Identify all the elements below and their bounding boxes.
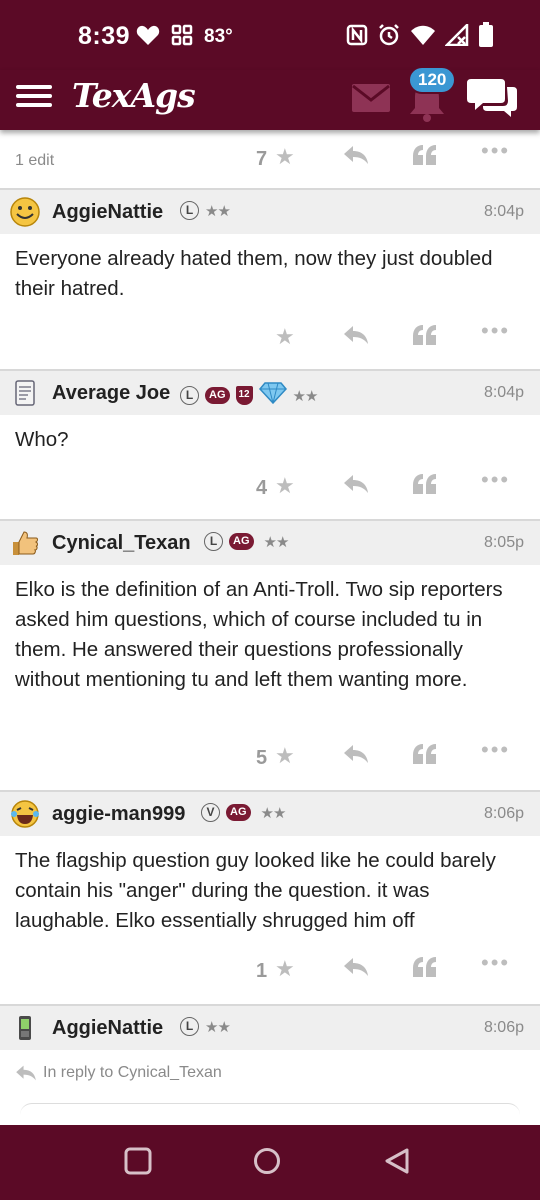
post-actions-row: 5 ★ ••• (0, 695, 540, 790)
status-bar: 8:39 83° (0, 0, 540, 70)
home-button[interactable] (253, 1147, 281, 1180)
post-body: Who? (15, 428, 69, 451)
diamond-icon (258, 382, 287, 409)
in-reply-to-text: In reply to Cynical_Texan (43, 1064, 222, 1081)
username[interactable]: AggieNattie (52, 201, 163, 224)
alarm-icon (377, 23, 401, 52)
app-header: TexAgs 120 (0, 66, 540, 130)
quote-icon[interactable] (412, 473, 438, 501)
legacy-badge: L (180, 1017, 199, 1036)
edit-note[interactable]: 1 edit (15, 152, 54, 170)
system-nav-bar (0, 1125, 540, 1200)
quoted-post-card (20, 1103, 520, 1123)
post-body: Everyone already hated them, now they ju… (15, 247, 493, 300)
in-reply-to-link[interactable]: In reply to Cynical_Texan (15, 1064, 222, 1082)
thread-feed[interactable]: 1 edit 7 ★ ••• AggieNattie L ★★ 8:04p Ev… (0, 130, 540, 1125)
grid-icon (171, 24, 193, 51)
username[interactable]: AggieNattie (52, 1017, 163, 1040)
rating-stars: ★★ (205, 202, 231, 220)
wifi-icon (410, 24, 436, 51)
post: Cynical_Texan L AG ★★ 8:05p Elko is the … (0, 521, 540, 792)
more-icon[interactable]: ••• (481, 138, 510, 164)
veteran-badge: V (201, 803, 220, 822)
status-time: 8:39 (78, 22, 131, 50)
star-count: 4 (256, 477, 268, 499)
heart-icon (136, 24, 160, 51)
ag-badge: AG (229, 533, 254, 550)
post: AggieNattie L ★★ 8:04p Everyone already … (0, 190, 540, 371)
post-time: 8:04p (483, 384, 524, 401)
post-header: Cynical_Texan L AG ★★ 8:05p (0, 521, 540, 565)
star-count: 5 (256, 747, 268, 769)
post-actions-row: 1 edit 7 ★ ••• (0, 130, 540, 190)
notepad-avatar (10, 378, 40, 408)
thumbsup-avatar (10, 528, 40, 558)
back-button[interactable] (383, 1147, 411, 1180)
post-header: AggieNattie L ★★ 8:06p (0, 1006, 540, 1050)
ag-badge: AG (226, 804, 251, 821)
quote-icon[interactable] (412, 324, 438, 352)
reply-icon[interactable] (343, 743, 369, 771)
more-icon[interactable]: ••• (481, 318, 510, 344)
post-actions-row: 4 ★ ••• (0, 455, 540, 519)
rating-stars: ★★ (205, 1018, 231, 1036)
ag-badge: AG (205, 387, 230, 404)
post-body: Elko is the definition of an Anti-Troll.… (15, 578, 503, 691)
post-time: 8:05p (483, 534, 524, 551)
reply-icon[interactable] (343, 473, 369, 501)
reply-icon[interactable] (343, 144, 369, 172)
texags-logo[interactable]: TexAgs (72, 76, 196, 115)
reply-icon[interactable] (343, 956, 369, 984)
phone-avatar (10, 1013, 40, 1043)
username[interactable]: Cynical_Texan (52, 532, 191, 555)
post-header: aggie-man999 V AG ★★ 8:06p (0, 792, 540, 836)
star-icon[interactable]: ★ (275, 473, 295, 499)
username[interactable]: Average Joe (52, 382, 170, 405)
post-time: 8:04p (483, 203, 524, 220)
star-icon[interactable]: ★ (275, 324, 295, 350)
status-temperature: 83° (204, 26, 233, 47)
laughing-avatar (10, 799, 40, 829)
reply-icon[interactable] (343, 324, 369, 352)
smiley-avatar (10, 197, 40, 227)
twelfth-man-badge: 12 (235, 386, 253, 405)
post-header: Average Joe L AG 12 ★★ 8:04p (0, 371, 540, 415)
legacy-badge: L (180, 386, 199, 405)
post-body: The flagship question guy looked like he… (15, 849, 496, 932)
mail-icon[interactable] (352, 84, 390, 117)
username[interactable]: aggie-man999 (52, 803, 185, 826)
legacy-badge: L (180, 201, 199, 220)
more-icon[interactable]: ••• (481, 467, 510, 493)
post-actions-row: ★ ••• (0, 304, 540, 369)
star-icon[interactable]: ★ (275, 743, 295, 769)
post: aggie-man999 V AG ★★ 8:06p The flagship … (0, 792, 540, 1006)
rating-stars: ★★ (292, 387, 319, 405)
star-icon[interactable]: ★ (275, 144, 295, 170)
post-time: 8:06p (483, 805, 524, 822)
more-icon[interactable]: ••• (481, 950, 510, 976)
recents-button[interactable] (124, 1147, 152, 1180)
more-icon[interactable]: ••• (481, 737, 510, 763)
post-time: 8:06p (483, 1019, 524, 1036)
reply-icon (16, 1065, 36, 1081)
post: Average Joe L AG 12 ★★ 8:04p Who? 4 ★ ••… (0, 371, 540, 521)
menu-icon[interactable] (16, 80, 52, 110)
quote-icon[interactable] (412, 743, 438, 771)
post: AggieNattie L ★★ 8:06p In reply to Cynic… (0, 1006, 540, 1125)
star-count: 1 (256, 960, 268, 982)
notification-count-badge[interactable]: 120 (408, 66, 457, 94)
star-count: 7 (256, 148, 268, 170)
star-icon[interactable]: ★ (275, 956, 295, 982)
rating-stars: ★★ (263, 533, 290, 551)
quote-icon[interactable] (412, 956, 438, 984)
chat-icon[interactable] (467, 75, 519, 124)
battery-icon (478, 22, 494, 53)
nfc-icon (346, 24, 368, 51)
quote-icon[interactable] (412, 144, 438, 172)
legacy-badge: L (204, 532, 223, 551)
rating-stars: ★★ (260, 804, 287, 822)
signal-icon (443, 21, 469, 51)
post-actions-row: 1 ★ ••• (0, 936, 540, 1004)
post-header: AggieNattie L ★★ 8:04p (0, 190, 540, 234)
